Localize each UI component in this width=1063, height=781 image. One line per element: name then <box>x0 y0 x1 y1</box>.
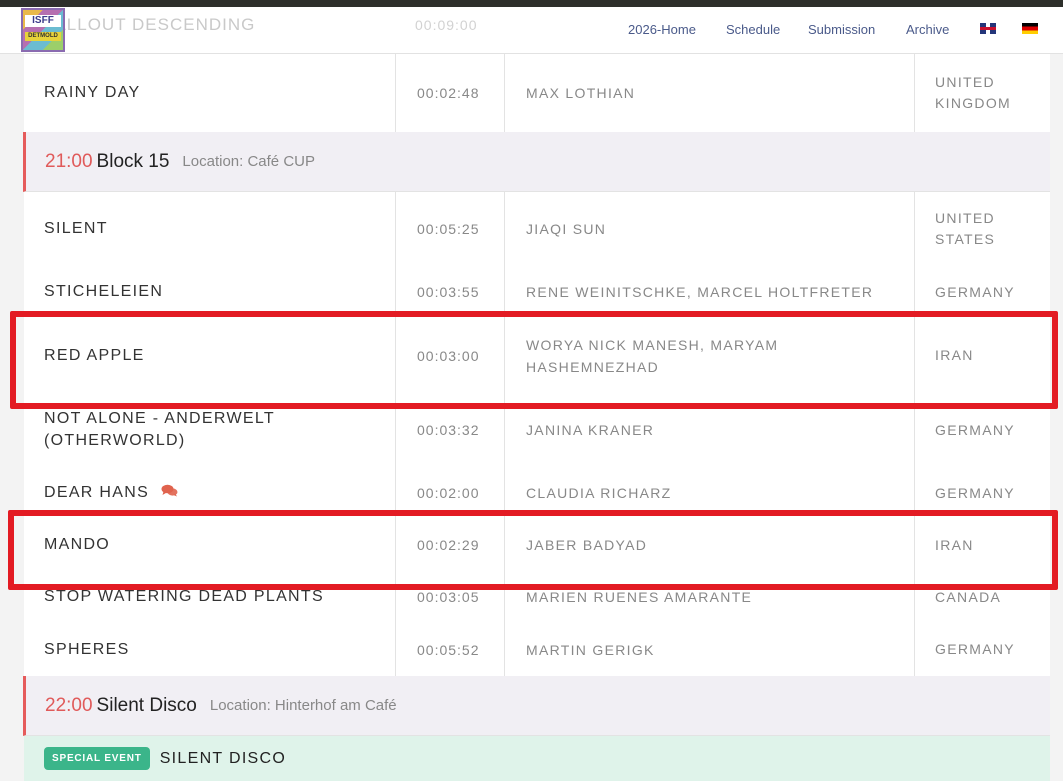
film-country: CANADA <box>914 571 1050 623</box>
special-event-badge: SPECIAL EVENT <box>44 747 150 770</box>
film-row[interactable]: MANDO 00:02:29 JABER BADYAD IRAN <box>24 519 1050 572</box>
film-title[interactable]: STICHELEIEN <box>24 266 395 318</box>
film-director: JABER BADYAD <box>504 519 914 571</box>
film-director: CLAUDIA RICHARZ <box>504 467 914 519</box>
film-country: GERMANY <box>914 266 1050 318</box>
film-director: MARIEN RUENES AMARANTE <box>504 571 914 623</box>
film-row[interactable]: STICHELEIEN 00:03:55 RENE WEINITSCHKE, M… <box>24 266 1050 319</box>
film-country: GERMANY <box>914 467 1050 519</box>
film-row[interactable]: DEAR HANS 00:02:00 CLAUDIA RICHARZ GERMA… <box>24 467 1050 520</box>
film-director: JIAQI SUN <box>504 192 914 266</box>
film-row[interactable]: RAINY DAY 00:02:48 MAX LOTHIAN UNITED KI… <box>24 53 1050 133</box>
film-title[interactable]: STOP WATERING DEAD PLANTS <box>24 571 395 623</box>
logo-text: ISFF <box>25 15 61 27</box>
scrolled-row-time: 00:09:00 <box>415 17 478 33</box>
film-row[interactable]: NOT ALONE - ANDERWELT (OTHERWORLD) 00:03… <box>24 393 1050 468</box>
uk-flag-icon[interactable] <box>980 23 996 34</box>
film-director: RENE WEINITSCHKE, MARCEL HOLTFRETER <box>504 266 914 318</box>
film-director: WORYA NICK MANESH, MARYAM HASHEMNEZHAD <box>504 318 914 393</box>
block-header-22: 22:00 Silent Disco Location: Hinterhof a… <box>23 676 1050 736</box>
film-duration: 00:03:55 <box>395 266 504 318</box>
film-title[interactable]: DEAR HANS <box>44 482 149 504</box>
nav-link-home[interactable]: 2026-Home <box>628 22 696 37</box>
scrolled-row-title: FALLOUT DESCENDING <box>44 15 256 34</box>
film-country: GERMANY <box>914 623 1050 676</box>
logo-subtext: DETMOLD <box>25 32 61 41</box>
film-title[interactable]: SILENT <box>24 192 395 266</box>
film-duration: 00:02:00 <box>395 467 504 519</box>
special-event-title[interactable]: SILENT DISCO <box>160 750 286 768</box>
film-duration: 00:05:52 <box>395 623 504 676</box>
film-duration: 00:05:25 <box>395 192 504 266</box>
film-country: GERMANY <box>914 393 1050 467</box>
film-row[interactable]: SILENT 00:05:25 JIAQI SUN UNITED STATES <box>24 192 1050 267</box>
block-time: 22:00 <box>45 694 93 716</box>
film-director: MAX LOTHIAN <box>504 53 914 132</box>
comment-icon[interactable] <box>161 482 178 504</box>
film-title-cell[interactable]: DEAR HANS <box>24 467 395 519</box>
film-title[interactable]: RED APPLE <box>24 318 395 393</box>
film-title[interactable]: MANDO <box>24 519 395 571</box>
film-duration: 00:03:05 <box>395 571 504 623</box>
film-country: IRAN <box>914 318 1050 393</box>
film-title[interactable]: NOT ALONE - ANDERWELT (OTHERWORLD) <box>24 393 395 467</box>
film-title[interactable]: SPHERES <box>24 623 395 676</box>
german-flag-icon[interactable] <box>1022 23 1038 34</box>
film-director: JANINA KRANER <box>504 393 914 467</box>
block-location: Location: Hinterhof am Café <box>209 697 397 714</box>
block-location: Location: Café CUP <box>182 153 315 170</box>
film-country: IRAN <box>914 519 1050 571</box>
film-title[interactable]: RAINY DAY <box>24 53 395 132</box>
isff-logo[interactable]: ISFF DETMOLD <box>21 8 65 52</box>
block-name: Silent Disco <box>96 694 197 716</box>
film-duration: 00:03:00 <box>395 318 504 393</box>
film-row[interactable]: SPHERES 00:05:52 MARTIN GERIGK GERMANY <box>24 623 1050 677</box>
site-navbar: FALLOUT DESCENDING 00:09:00 ISFF DETMOLD… <box>0 7 1063 54</box>
block-header-15: 21:00 Block 15 Location: Café CUP <box>23 132 1050 192</box>
block-time: 21:00 <box>45 150 93 172</box>
film-country: UNITED STATES <box>914 192 1050 266</box>
film-row[interactable]: STOP WATERING DEAD PLANTS 00:03:05 MARIE… <box>24 571 1050 624</box>
film-duration: 00:02:29 <box>395 519 504 571</box>
top-dark-strip <box>0 0 1063 7</box>
film-duration: 00:02:48 <box>395 53 504 132</box>
nav-link-archive[interactable]: Archive <box>906 22 949 37</box>
special-event-row[interactable]: SPECIAL EVENT SILENT DISCO <box>24 736 1050 781</box>
film-row[interactable]: RED APPLE 00:03:00 WORYA NICK MANESH, MA… <box>24 318 1050 394</box>
nav-link-submission[interactable]: Submission <box>808 22 875 37</box>
film-duration: 00:03:32 <box>395 393 504 467</box>
block-name: Block 15 <box>96 150 170 172</box>
film-director: MARTIN GERIGK <box>504 623 914 676</box>
nav-link-schedule[interactable]: Schedule <box>726 22 780 37</box>
film-country: UNITED KINGDOM <box>914 53 1050 132</box>
